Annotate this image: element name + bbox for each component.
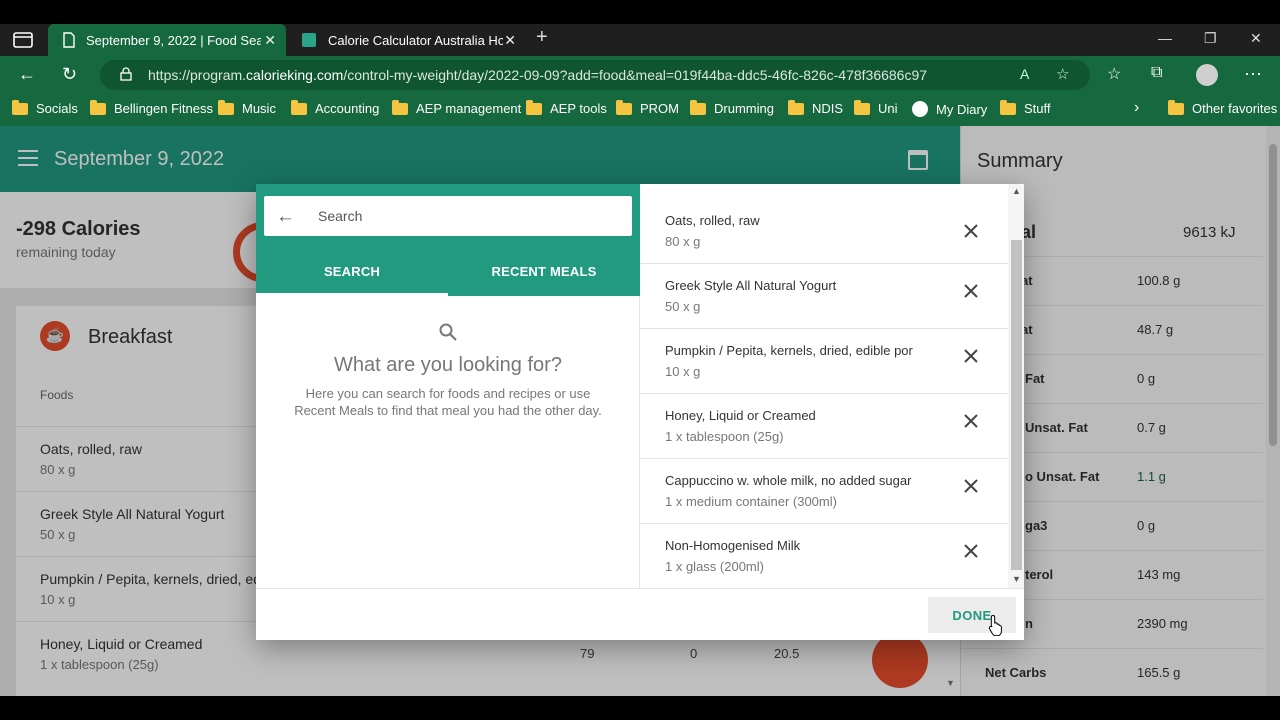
remove-icon[interactable] bbox=[962, 282, 980, 300]
remove-icon[interactable] bbox=[962, 412, 980, 430]
bookmark-uni[interactable]: Uni bbox=[854, 99, 898, 116]
folder-icon bbox=[291, 99, 307, 115]
remove-icon[interactable] bbox=[962, 222, 980, 240]
bookmark-accounting[interactable]: Accounting bbox=[291, 99, 379, 116]
chevron-right-icon[interactable]: › bbox=[1134, 99, 1139, 117]
close-tab-icon[interactable]: ✕ bbox=[504, 32, 516, 49]
remove-icon[interactable] bbox=[962, 477, 980, 495]
dialog-footer: DONE bbox=[256, 588, 1024, 640]
minimize-icon[interactable]: — bbox=[1158, 30, 1172, 46]
hand-cursor-icon bbox=[988, 614, 1002, 636]
folder-icon bbox=[392, 99, 408, 115]
page-icon bbox=[63, 32, 75, 48]
selected-food-item: Cappuccino w. whole milk, no added sugar… bbox=[640, 459, 1008, 524]
more-options-icon[interactable]: ⋯ bbox=[1244, 64, 1262, 85]
folder-icon bbox=[1000, 99, 1016, 115]
bookmarks-bar: Socials Bellingen Fitness Music Accounti… bbox=[0, 94, 1280, 126]
profile-avatar[interactable] bbox=[1196, 64, 1218, 86]
selected-food-serving: 1 x tablespoon (25g) bbox=[665, 429, 784, 444]
collections-icon[interactable]: ⧉ bbox=[1151, 64, 1162, 82]
url-text: https://program.calorieking.com/control-… bbox=[148, 67, 928, 83]
food-search-dialog: ← SEARCH RECENT MEALS What are you looki… bbox=[256, 184, 1024, 640]
folder-icon bbox=[526, 99, 542, 115]
folder-icon bbox=[616, 99, 632, 115]
bookmark-music[interactable]: Music bbox=[218, 99, 276, 116]
back-icon[interactable]: ← bbox=[18, 64, 36, 85]
refresh-icon[interactable]: ↻ bbox=[62, 64, 77, 85]
search-box: ← bbox=[264, 196, 632, 236]
selected-food-item: Pumpkin / Pepita, kernels, dried, edible… bbox=[640, 329, 1008, 394]
tab-actions-icon[interactable] bbox=[12, 31, 34, 49]
close-window-icon[interactable]: ✕ bbox=[1250, 30, 1262, 47]
bookmark-bellingen-fitness[interactable]: Bellingen Fitness bbox=[90, 99, 213, 116]
read-aloud-icon[interactable]: A bbox=[1020, 66, 1029, 82]
selected-food-serving: 80 x g bbox=[665, 234, 701, 249]
scroll-down-icon[interactable]: ▼ bbox=[1012, 574, 1021, 584]
selected-food-name: Cappuccino w. whole milk, no added sugar bbox=[665, 473, 912, 488]
search-pane: ← SEARCH RECENT MEALS What are you looki… bbox=[256, 184, 640, 588]
selected-food-name: Honey, Liquid or Creamed bbox=[665, 408, 816, 423]
favorites-icon[interactable]: ☆ bbox=[1107, 64, 1121, 84]
folder-icon bbox=[218, 99, 234, 115]
active-tab-indicator bbox=[256, 293, 448, 296]
lock-icon bbox=[120, 67, 132, 81]
empty-state-text: Here you can search for foods and recipe… bbox=[294, 386, 602, 418]
add-favorite-icon[interactable]: ☆ bbox=[1056, 65, 1069, 83]
tab-search[interactable]: SEARCH bbox=[256, 264, 448, 279]
scroll-up-icon[interactable]: ▲ bbox=[1012, 186, 1021, 196]
bookmark-stuff[interactable]: Stuff bbox=[1000, 99, 1051, 116]
tab-label: September 9, 2022 | Food Search bbox=[86, 32, 261, 48]
address-bar[interactable]: https://program.calorieking.com/control-… bbox=[100, 60, 1090, 90]
folder-icon bbox=[854, 99, 870, 115]
selected-food-item: Honey, Liquid or Creamed 1 x tablespoon … bbox=[640, 394, 1008, 459]
bookmark-other-favorites[interactable]: Other favorites bbox=[1168, 99, 1277, 116]
close-tab-icon[interactable]: ✕ bbox=[264, 32, 276, 49]
selected-list-scrollbar[interactable]: ▲ ▼ bbox=[1008, 184, 1024, 588]
selected-food-serving: 50 x g bbox=[665, 299, 701, 314]
navigation-bar: ← ↻ https://program.calorieking.com/cont… bbox=[0, 56, 1280, 94]
bookmark-drumming[interactable]: Drumming bbox=[690, 99, 774, 116]
tab-label: Calorie Calculator Australia How bbox=[328, 32, 503, 48]
remove-icon[interactable] bbox=[962, 347, 980, 365]
selected-food-name: Pumpkin / Pepita, kernels, dried, edible… bbox=[665, 343, 913, 358]
selected-food-name: Oats, rolled, raw bbox=[665, 213, 760, 228]
site-favicon-icon bbox=[302, 33, 316, 47]
selected-food-item: Oats, rolled, raw 80 x g bbox=[640, 198, 1008, 264]
folder-icon bbox=[12, 99, 28, 115]
browser-tab-bar: September 9, 2022 | Food Search ✕ Calori… bbox=[0, 24, 1280, 56]
selected-food-name: Greek Style All Natural Yogurt bbox=[665, 278, 837, 293]
folder-icon bbox=[1168, 99, 1184, 115]
bookmark-socials[interactable]: Socials bbox=[12, 99, 78, 116]
search-header: ← SEARCH RECENT MEALS bbox=[256, 184, 640, 296]
new-tab-icon[interactable]: + bbox=[536, 26, 548, 49]
selected-food-name: Non-Homogenised Milk bbox=[665, 538, 801, 553]
selected-list-scroll-thumb[interactable] bbox=[1011, 240, 1022, 570]
selected-food-serving: 10 x g bbox=[665, 364, 701, 379]
bookmark-my-diary[interactable]: My Diary bbox=[912, 101, 987, 117]
tab-calorie-calculator[interactable]: Calorie Calculator Australia How ✕ bbox=[288, 24, 526, 56]
tab-recent-meals[interactable]: RECENT MEALS bbox=[448, 264, 640, 279]
bookmark-aep-management[interactable]: AEP management bbox=[392, 99, 521, 116]
bookmark-prom[interactable]: PROM bbox=[616, 99, 679, 116]
crown-icon bbox=[912, 101, 928, 117]
bookmark-ndis[interactable]: NDIS bbox=[788, 99, 843, 116]
selected-food-serving: 1 x glass (200ml) bbox=[665, 559, 764, 574]
selected-food-serving: 1 x medium container (300ml) bbox=[665, 494, 837, 509]
restore-icon[interactable]: ❐ bbox=[1204, 30, 1217, 47]
screen: September 9, 2022 | Food Search ✕ Calori… bbox=[0, 0, 1280, 720]
search-icon bbox=[439, 323, 457, 341]
tab-food-search[interactable]: September 9, 2022 | Food Search ✕ bbox=[48, 24, 286, 56]
remove-icon[interactable] bbox=[962, 542, 980, 560]
folder-icon bbox=[690, 99, 706, 115]
folder-icon bbox=[788, 99, 804, 115]
back-arrow-icon[interactable]: ← bbox=[276, 206, 295, 228]
selected-foods-list: Oats, rolled, raw 80 x g Greek Style All… bbox=[640, 184, 1024, 588]
empty-state-title: What are you looking for? bbox=[334, 354, 562, 376]
selected-food-item: Non-Homogenised Milk 1 x glass (200ml) bbox=[640, 524, 1008, 588]
selected-food-item: Greek Style All Natural Yogurt 50 x g bbox=[640, 264, 1008, 329]
bookmark-aep-tools[interactable]: AEP tools bbox=[526, 99, 607, 116]
folder-icon bbox=[90, 99, 106, 115]
search-input[interactable] bbox=[318, 204, 618, 228]
